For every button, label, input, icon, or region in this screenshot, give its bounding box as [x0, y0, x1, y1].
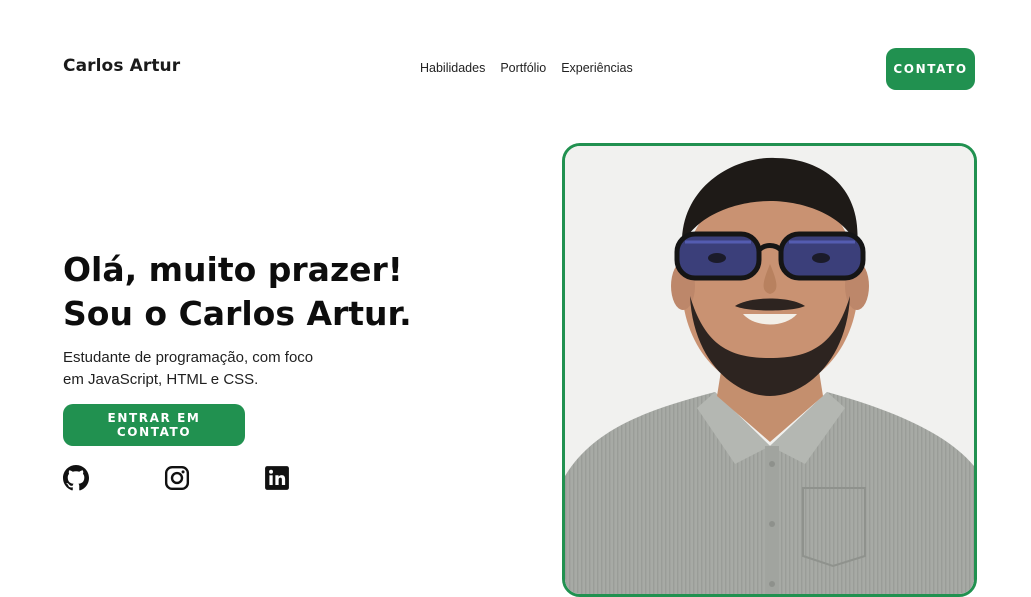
hero-title-line-1: Olá, muito prazer!	[63, 250, 403, 289]
main-nav: Habilidades Portfólio Experiências	[420, 61, 633, 75]
hero-title-line-2: Sou o Carlos Artur.	[63, 294, 412, 333]
instagram-icon	[164, 465, 190, 491]
hero-subtitle-line-2: em JavaScript, HTML e CSS.	[63, 371, 259, 388]
github-link[interactable]	[63, 465, 89, 491]
profile-photo-illustration	[565, 146, 974, 594]
linkedin-icon	[265, 466, 289, 490]
hero-title: Olá, muito prazer! Sou o Carlos Artur.	[63, 248, 412, 336]
contact-button[interactable]: CONTATO	[886, 48, 975, 90]
github-icon	[63, 465, 89, 491]
hero-subtitle-line-1: Estudante de programação, com foco	[63, 349, 314, 366]
nav-link-habilidades[interactable]: Habilidades	[420, 61, 485, 75]
profile-photo	[562, 143, 977, 597]
portfolio-page: Carlos Artur Habilidades Portfólio Exper…	[0, 0, 1031, 597]
brand-name[interactable]: Carlos Artur	[63, 56, 180, 76]
instagram-link[interactable]	[164, 465, 190, 491]
hero-subtitle: Estudante de programação, com foco em Ja…	[63, 347, 363, 391]
nav-link-portfolio[interactable]: Portfólio	[500, 61, 546, 75]
linkedin-link[interactable]	[264, 465, 290, 491]
cta-contact-button[interactable]: ENTRAR EM CONTATO	[63, 404, 245, 446]
nav-link-experiencias[interactable]: Experiências	[561, 61, 633, 75]
